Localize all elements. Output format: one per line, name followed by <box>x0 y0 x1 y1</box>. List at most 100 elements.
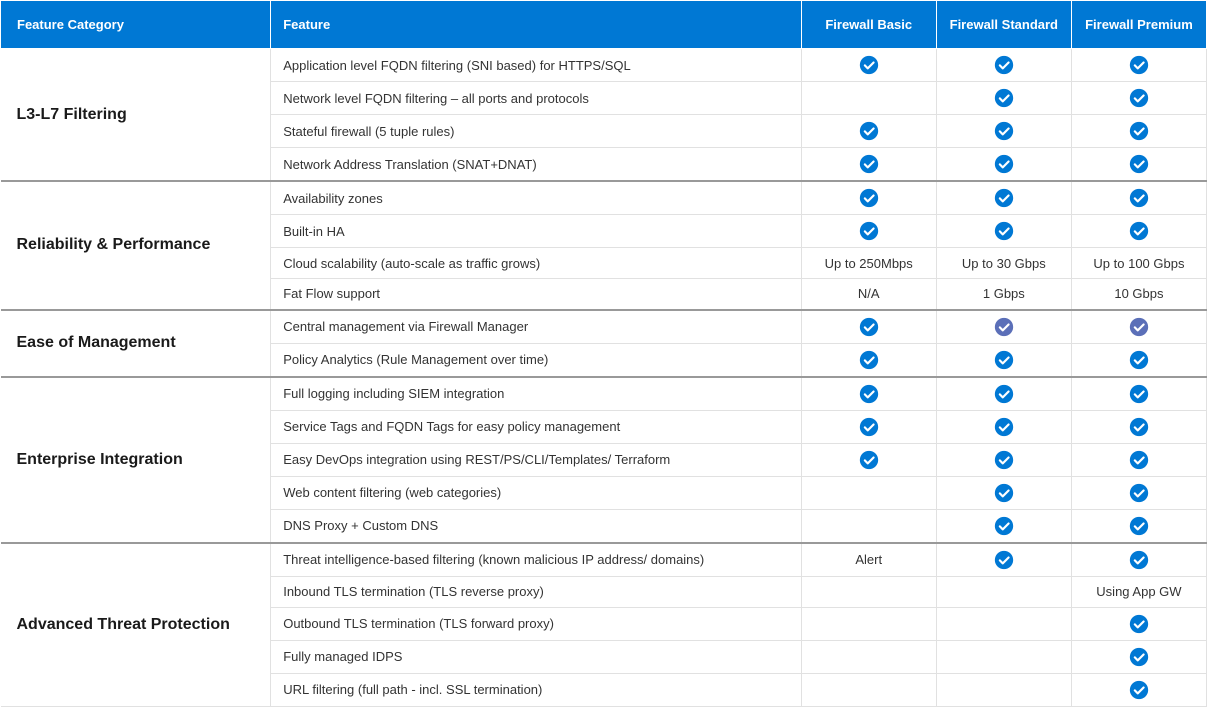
header-category: Feature Category <box>1 1 271 49</box>
check-icon <box>1129 647 1149 667</box>
tier-cell-premium: Using App GW <box>1071 576 1206 607</box>
tier-cell-premium <box>1071 377 1206 411</box>
feature-cell: Policy Analytics (Rule Management over t… <box>271 343 801 377</box>
tier-cell-basic <box>801 343 936 377</box>
feature-cell: Threat intelligence-based filtering (kno… <box>271 543 801 577</box>
tier-cell-standard <box>936 115 1071 148</box>
check-icon <box>1129 450 1149 470</box>
check-icon <box>859 350 879 370</box>
tier-cell-standard <box>936 476 1071 509</box>
check-icon <box>994 317 1014 337</box>
feature-cell: Easy DevOps integration using REST/PS/CL… <box>271 443 801 476</box>
tier-cell-basic <box>801 377 936 411</box>
tier-cell-basic <box>801 115 936 148</box>
tier-cell-basic <box>801 673 936 706</box>
check-icon <box>859 55 879 75</box>
check-icon <box>994 516 1014 536</box>
tier-cell-standard <box>936 576 1071 607</box>
check-icon <box>859 188 879 208</box>
tier-cell-standard <box>936 148 1071 182</box>
tier-cell-premium <box>1071 49 1206 82</box>
tier-cell-premium <box>1071 476 1206 509</box>
tier-cell-premium: 10 Gbps <box>1071 279 1206 310</box>
table-row: Ease of ManagementCentral management via… <box>1 310 1207 344</box>
check-icon <box>1129 384 1149 404</box>
table-row: Advanced Threat ProtectionThreat intelli… <box>1 543 1207 577</box>
tier-cell-premium: Up to 100 Gbps <box>1071 248 1206 279</box>
tier-cell-standard <box>936 509 1071 543</box>
tier-cell-standard <box>936 640 1071 673</box>
tier-cell-basic <box>801 607 936 640</box>
tier-cell-basic <box>801 476 936 509</box>
check-icon <box>859 221 879 241</box>
feature-cell: Web content filtering (web categories) <box>271 476 801 509</box>
check-icon <box>859 417 879 437</box>
check-icon <box>994 121 1014 141</box>
check-icon <box>859 384 879 404</box>
tier-cell-premium <box>1071 607 1206 640</box>
check-icon <box>1129 88 1149 108</box>
check-icon <box>994 154 1014 174</box>
tier-cell-basic <box>801 82 936 115</box>
feature-cell: Fully managed IDPS <box>271 640 801 673</box>
check-icon <box>1129 55 1149 75</box>
tier-cell-basic: N/A <box>801 279 936 310</box>
tier-cell-standard: Up to 30 Gbps <box>936 248 1071 279</box>
tier-cell-standard <box>936 310 1071 344</box>
tier-cell-premium <box>1071 310 1206 344</box>
tier-cell-standard <box>936 607 1071 640</box>
tier-cell-basic: Alert <box>801 543 936 577</box>
table-row: Reliability & PerformanceAvailability zo… <box>1 181 1207 215</box>
feature-cell: Central management via Firewall Manager <box>271 310 801 344</box>
feature-cell: Full logging including SIEM integration <box>271 377 801 411</box>
tier-cell-standard <box>936 49 1071 82</box>
feature-comparison-table: Feature Category Feature Firewall Basic … <box>0 0 1207 707</box>
tier-cell-standard: 1 Gbps <box>936 279 1071 310</box>
check-icon <box>1129 121 1149 141</box>
tier-cell-premium <box>1071 181 1206 215</box>
check-icon <box>994 550 1014 570</box>
tier-cell-standard <box>936 181 1071 215</box>
table-row: L3-L7 FilteringApplication level FQDN fi… <box>1 49 1207 82</box>
tier-cell-premium <box>1071 82 1206 115</box>
tier-cell-standard <box>936 215 1071 248</box>
tier-cell-premium <box>1071 215 1206 248</box>
check-icon <box>1129 680 1149 700</box>
check-icon <box>859 154 879 174</box>
feature-cell: Cloud scalability (auto-scale as traffic… <box>271 248 801 279</box>
feature-cell: Application level FQDN filtering (SNI ba… <box>271 49 801 82</box>
header-tier-basic: Firewall Basic <box>801 1 936 49</box>
tier-cell-basic: Up to 250Mbps <box>801 248 936 279</box>
tier-cell-basic <box>801 181 936 215</box>
category-cell: Enterprise Integration <box>1 377 271 543</box>
tier-cell-standard <box>936 377 1071 411</box>
table-row: Enterprise IntegrationFull logging inclu… <box>1 377 1207 411</box>
header-tier-standard: Firewall Standard <box>936 1 1071 49</box>
header-row: Feature Category Feature Firewall Basic … <box>1 1 1207 49</box>
feature-cell: Availability zones <box>271 181 801 215</box>
check-icon <box>859 317 879 337</box>
check-icon <box>1129 154 1149 174</box>
category-cell: Advanced Threat Protection <box>1 543 271 707</box>
tier-cell-basic <box>801 49 936 82</box>
tier-cell-premium <box>1071 115 1206 148</box>
tier-cell-basic <box>801 410 936 443</box>
check-icon <box>994 55 1014 75</box>
tier-cell-standard <box>936 343 1071 377</box>
feature-cell: Inbound TLS termination (TLS reverse pro… <box>271 576 801 607</box>
tier-cell-basic <box>801 310 936 344</box>
tier-cell-premium <box>1071 410 1206 443</box>
category-cell: Ease of Management <box>1 310 271 377</box>
check-icon <box>994 450 1014 470</box>
check-icon <box>1129 550 1149 570</box>
tier-cell-premium <box>1071 148 1206 182</box>
header-feature: Feature <box>271 1 801 49</box>
feature-cell: Outbound TLS termination (TLS forward pr… <box>271 607 801 640</box>
check-icon <box>1129 317 1149 337</box>
feature-cell: Fat Flow support <box>271 279 801 310</box>
tier-cell-premium <box>1071 673 1206 706</box>
tier-cell-standard <box>936 410 1071 443</box>
tier-cell-premium <box>1071 443 1206 476</box>
tier-cell-standard <box>936 443 1071 476</box>
category-cell: L3-L7 Filtering <box>1 49 271 182</box>
